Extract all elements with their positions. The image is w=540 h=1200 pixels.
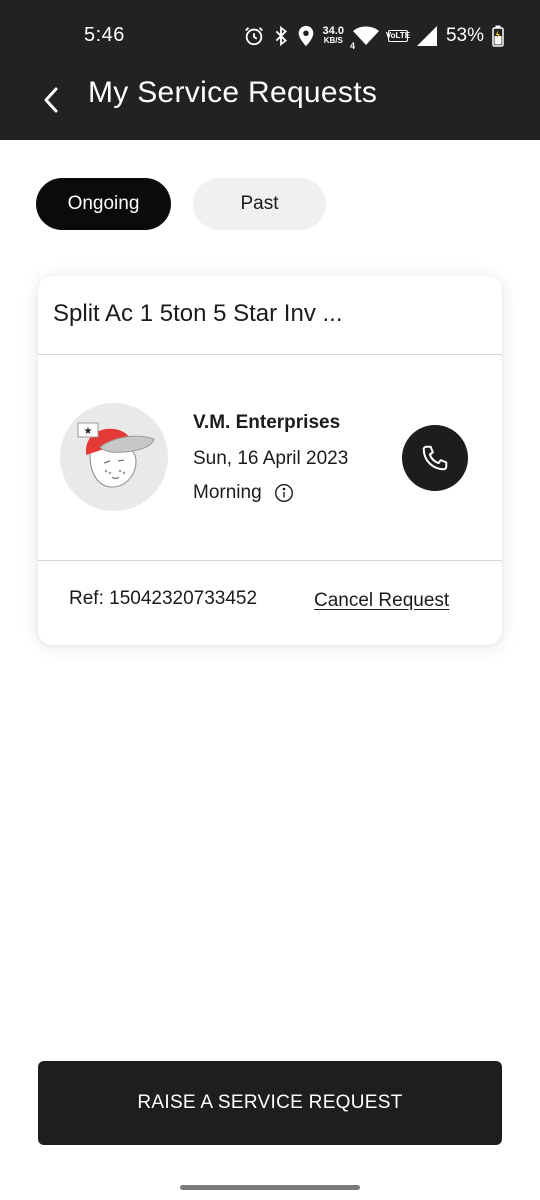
phone-icon bbox=[422, 445, 448, 471]
location-icon bbox=[297, 25, 315, 47]
back-button[interactable] bbox=[32, 78, 72, 122]
technician-avatar: ★ bbox=[60, 403, 168, 511]
app-bar: My Service Requests bbox=[0, 72, 540, 140]
tab-past[interactable]: Past bbox=[193, 178, 326, 230]
cancel-request-link[interactable]: Cancel Request bbox=[314, 590, 449, 612]
product-title: Split Ac 1 5ton 5 Star Inv ... bbox=[53, 300, 343, 327]
card-divider bbox=[38, 354, 502, 355]
svg-text:★: ★ bbox=[84, 426, 93, 437]
status-time: 5:46 bbox=[84, 24, 125, 46]
slot-label: Morning bbox=[193, 482, 262, 503]
battery-percent: 53% bbox=[445, 25, 484, 46]
reference-number: Ref: 15042320733452 bbox=[69, 588, 258, 609]
net-speed: 34.0 KB/S bbox=[322, 25, 344, 46]
info-icon[interactable] bbox=[274, 483, 294, 503]
card-divider bbox=[38, 560, 502, 561]
raise-service-request-button[interactable]: RAISE A SERVICE REQUEST bbox=[38, 1061, 502, 1145]
service-request-card[interactable]: Split Ac 1 5ton 5 Star Inv ... ★ V.M. En… bbox=[38, 276, 502, 645]
wifi-icon: 4 bbox=[350, 25, 380, 51]
alarm-icon bbox=[243, 25, 265, 47]
tab-ongoing[interactable]: Ongoing bbox=[36, 178, 171, 230]
top-bar: 5:46 34.0 KB/S 4 Vo LTE 53% My Service R… bbox=[0, 0, 540, 140]
vendor-name: V.M. Enterprises bbox=[193, 412, 341, 433]
time-slot: Morning bbox=[193, 482, 294, 504]
status-bar: 5:46 34.0 KB/S 4 Vo LTE 53% bbox=[0, 0, 540, 72]
bluetooth-icon bbox=[273, 25, 289, 47]
visit-date: Sun, 16 April 2023 bbox=[193, 448, 349, 469]
page-title: My Service Requests bbox=[88, 76, 378, 109]
volte-icon: Vo LTE bbox=[385, 30, 411, 42]
signal-icon bbox=[416, 25, 438, 47]
status-icons: 34.0 KB/S 4 Vo LTE 53% bbox=[243, 22, 504, 51]
call-button[interactable] bbox=[402, 425, 468, 491]
home-indicator[interactable] bbox=[180, 1185, 360, 1190]
chevron-left-icon bbox=[44, 87, 58, 113]
battery-icon bbox=[492, 25, 504, 47]
network-gen: 4 bbox=[349, 41, 355, 51]
